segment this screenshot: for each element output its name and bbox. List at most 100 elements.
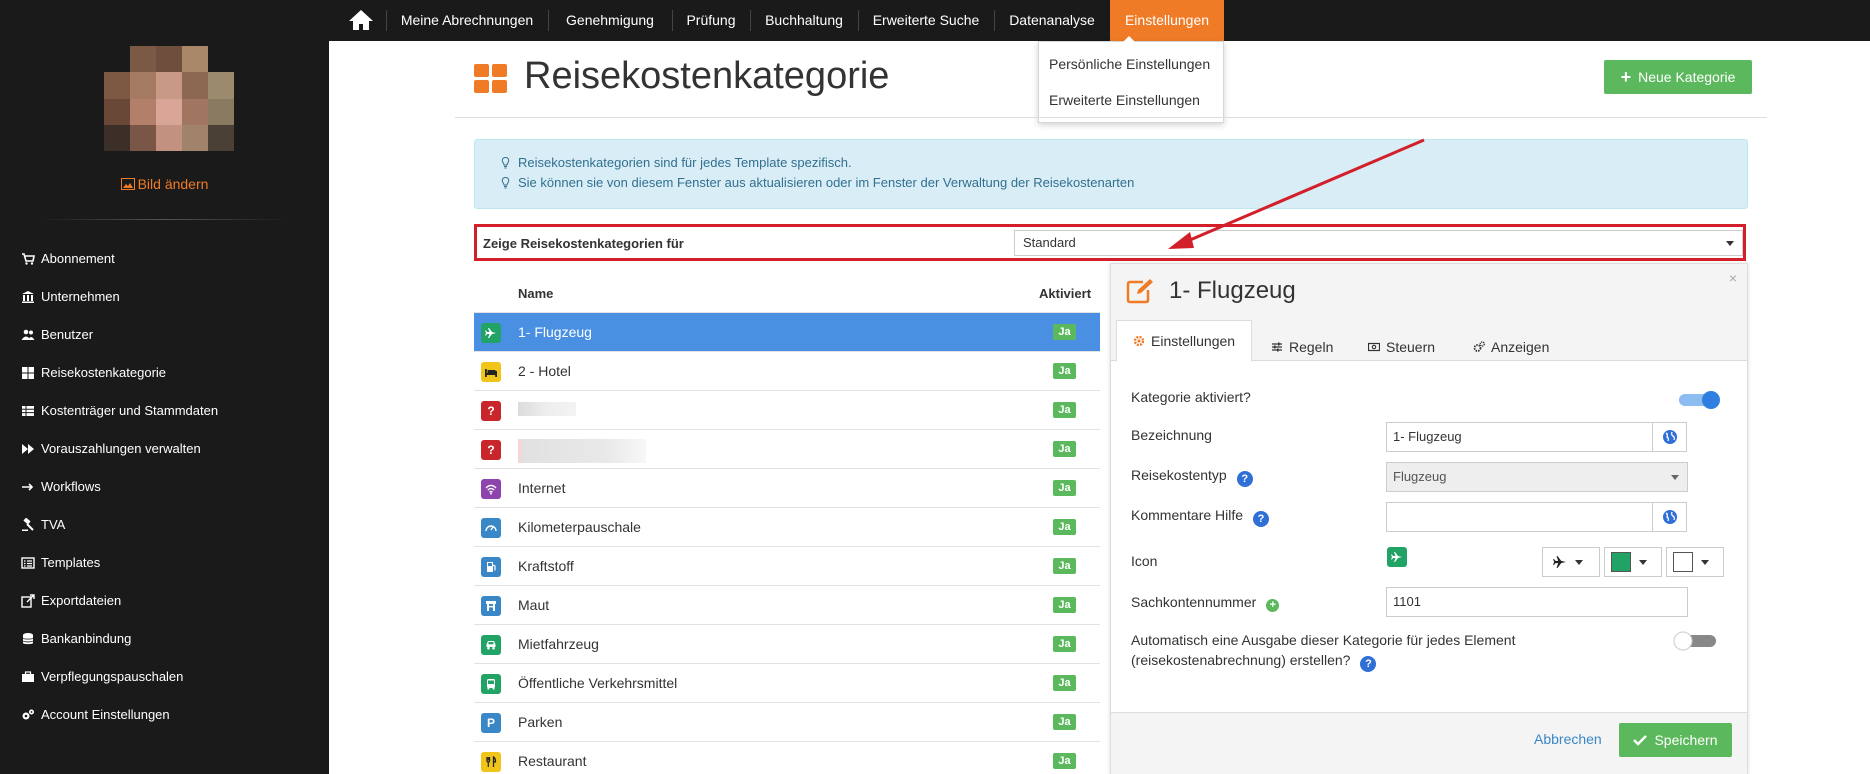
category-row-kraftstoff[interactable]: Kraftstoff Ja <box>474 546 1100 585</box>
sidebar-item-tva[interactable]: TVA <box>21 515 65 535</box>
account-number-input[interactable]: 1101 <box>1386 587 1688 617</box>
category-name: Maut <box>518 597 550 613</box>
list-header: Name Aktiviert <box>474 280 1100 312</box>
cart-icon <box>22 253 35 265</box>
sidebar-item-label: Vorauszahlungen verwalten <box>41 441 201 456</box>
category-row-oeffentliche-verkehrsmittel[interactable]: Öffentliche Verkehrsmittel Ja <box>474 663 1100 702</box>
sidebar-item-benutzer[interactable]: Benutzer <box>21 325 93 345</box>
help-icon[interactable]: ? <box>1236 471 1253 487</box>
help-icon[interactable]: ? <box>1253 511 1270 527</box>
category-name: Kilometerpauschale <box>518 519 641 535</box>
sidebar-item-label: Bankanbindung <box>41 631 132 646</box>
sidebar-item-label: Verpflegungspauschalen <box>41 669 184 684</box>
color-swatch <box>1673 552 1693 572</box>
name-input[interactable]: 1- Flugzeug <box>1386 422 1653 452</box>
table-icon <box>22 406 34 416</box>
image-icon <box>120 178 135 190</box>
nav-pruefung[interactable]: Prüfung <box>672 0 750 41</box>
sidebar-item-exportdateien[interactable]: Exportdateien <box>21 591 121 611</box>
category-row-hotel[interactable]: 2 - Hotel Ja <box>474 351 1100 390</box>
close-icon[interactable]: × <box>1729 270 1737 286</box>
sidebar-item-kostentraeger[interactable]: Kostenträger und Stammdaten <box>21 401 218 421</box>
chevron-down-icon <box>1726 241 1734 246</box>
tab-anzeigen[interactable]: Anzeigen <box>1473 332 1549 361</box>
tab-steuern[interactable]: Steuern <box>1368 332 1435 361</box>
auto-create-toggle[interactable] <box>1672 631 1718 651</box>
tab-einstellungen[interactable]: Einstellungen <box>1116 320 1253 362</box>
help-comment-label: Kommentare Hilfe? <box>1131 507 1270 527</box>
category-row-kilometerpauschale[interactable]: Kilometerpauschale Ja <box>474 507 1100 546</box>
plus-icon: + <box>1620 67 1632 87</box>
sidebar-item-workflows[interactable]: Workflows <box>21 477 101 497</box>
icon-color-picker[interactable] <box>1604 547 1662 577</box>
grid-icon <box>22 367 34 379</box>
column-header-active: Aktiviert <box>1039 286 1092 301</box>
sidebar-item-account-einstellungen[interactable]: Account Einstellungen <box>21 705 170 725</box>
fuel-icon <box>481 557 501 577</box>
category-row-maut[interactable]: Maut Ja <box>474 585 1100 624</box>
category-name: Mietfahrzeug <box>518 636 599 652</box>
sidebar-item-label: Unternehmen <box>41 289 120 304</box>
sidebar-item-label: Workflows <box>41 479 101 494</box>
auto-create-label-text: (reisekostenabrechnung) erstellen? <box>1131 652 1351 668</box>
nav-datenanalyse[interactable]: Datenanalyse <box>994 0 1110 41</box>
help-comment-input[interactable] <box>1386 502 1653 532</box>
enabled-toggle[interactable] <box>1677 390 1723 410</box>
type-label: Reisekostentyp? <box>1131 467 1253 487</box>
category-row-parken[interactable]: P Parken Ja <box>474 702 1100 741</box>
gear-icon <box>1133 335 1145 347</box>
sidebar-item-templates[interactable]: Templates <box>21 553 100 573</box>
category-row-mietfahrzeug[interactable]: Mietfahrzeug Ja <box>474 624 1100 663</box>
nav-meine-abrechnungen[interactable]: Meine Abrechnungen <box>386 0 548 41</box>
save-label: Speichern <box>1654 732 1718 748</box>
active-badge: Ja <box>1053 519 1076 535</box>
sidebar-item-vorauszahlungen[interactable]: Vorauszahlungen verwalten <box>21 439 201 459</box>
translate-button[interactable] <box>1652 422 1687 452</box>
sidebar-item-bankanbindung[interactable]: Bankanbindung <box>21 629 131 649</box>
fast-forward-icon <box>22 444 34 454</box>
cancel-button[interactable]: Abbrechen <box>1534 731 1602 747</box>
chevron-down-icon <box>1575 559 1583 565</box>
sidebar-item-reisekostenkategorie[interactable]: Reisekostenkategorie <box>21 363 166 383</box>
sidebar-item-abonnement[interactable]: Abonnement <box>21 249 115 269</box>
redacted-name <box>518 439 646 463</box>
users-icon <box>21 329 35 340</box>
type-label-text: Reisekostentyp <box>1131 467 1227 483</box>
translate-button[interactable] <box>1652 502 1687 532</box>
menu-item-persoenliche-einstellungen[interactable]: Persönliche Einstellungen <box>1049 56 1210 72</box>
new-category-button[interactable]: + Neue Kategorie <box>1604 60 1752 94</box>
save-button[interactable]: Speichern <box>1619 723 1732 757</box>
category-row-internet[interactable]: Internet Ja <box>474 468 1100 507</box>
category-row-flugzeug[interactable]: 1- Flugzeug Ja <box>474 312 1100 351</box>
panel-footer: Abbrechen Speichern <box>1111 712 1747 774</box>
category-name: 2 - Hotel <box>518 363 571 379</box>
grid-icon <box>474 64 507 93</box>
tab-regeln[interactable]: Regeln <box>1271 332 1333 361</box>
nav-genehmigung[interactable]: Genehmigung <box>548 0 672 41</box>
lightbulb-icon <box>501 157 510 169</box>
sidebar-item-label: Abonnement <box>41 251 115 266</box>
category-row-restaurant[interactable]: Restaurant Ja <box>474 741 1100 774</box>
add-icon[interactable]: + <box>1266 599 1280 612</box>
template-select[interactable]: Standard <box>1014 230 1743 256</box>
menu-item-erweiterte-einstellungen[interactable]: Erweiterte Einstellungen <box>1049 92 1200 108</box>
lightbulb-icon <box>501 177 510 189</box>
nav-buchhaltung[interactable]: Buchhaltung <box>750 0 858 41</box>
column-header-name: Name <box>518 286 554 301</box>
background-color-picker[interactable] <box>1666 547 1724 577</box>
type-select: Flugzeug <box>1386 462 1688 492</box>
home-icon[interactable] <box>348 8 374 32</box>
sidebar-item-label: Templates <box>41 555 101 570</box>
nav-erweiterte-suche[interactable]: Erweiterte Suche <box>858 0 994 41</box>
sidebar-item-verpflegungspauschalen[interactable]: Verpflegungspauschalen <box>21 667 183 687</box>
template-select-value: Standard <box>1023 235 1076 250</box>
icon-picker[interactable] <box>1542 547 1600 577</box>
category-row-redacted[interactable]: ? Ja <box>474 429 1100 468</box>
category-row-redacted[interactable]: ? Ja <box>474 390 1100 429</box>
change-image-link[interactable]: Bild ändern <box>0 176 329 192</box>
help-icon[interactable]: ? <box>1360 656 1377 672</box>
bank-icon <box>22 291 34 303</box>
nav-einstellungen[interactable]: Einstellungen <box>1110 0 1224 41</box>
avatar <box>104 46 234 151</box>
sidebar-item-unternehmen[interactable]: Unternehmen <box>21 287 120 307</box>
